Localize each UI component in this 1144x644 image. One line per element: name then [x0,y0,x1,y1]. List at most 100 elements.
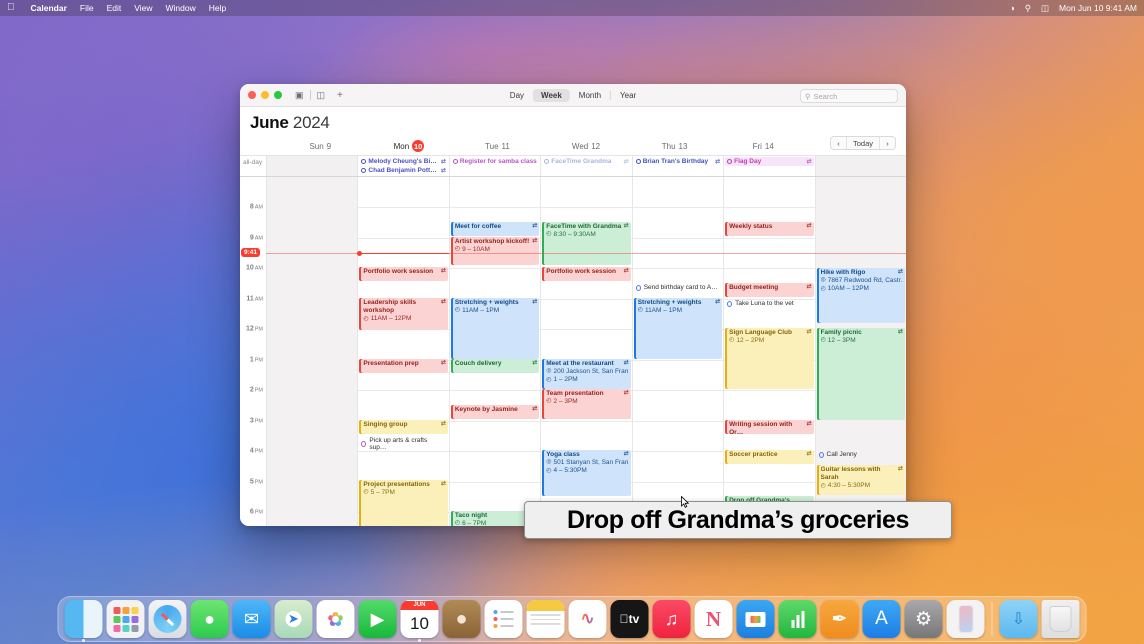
all-day-event[interactable]: Melody Cheung's Birt… ⇄ [359,157,448,166]
calendar-event[interactable]: Soccer practice ⇄ [725,450,814,464]
all-day-event[interactable]: Flag Day ⇄ [725,157,814,166]
dock-icon-music[interactable]: ♫ [652,600,691,638]
wifi-icon[interactable]: ◑ [1010,3,1015,13]
all-day-column-2[interactable]: Register for samba class [448,156,540,176]
tab-week[interactable]: Week [533,88,570,102]
dock-item-music[interactable]: ♫ [652,600,691,638]
all-day-column-4[interactable]: Brian Tran's Birthday ⇄ [631,156,723,176]
dock-item-numbers[interactable] [778,600,817,638]
reminder-item[interactable]: Send birthday card to A… [634,283,722,292]
menu-item-edit[interactable]: Edit [107,3,122,13]
calendar-event[interactable]: Keynote by Jasmine ⇄ [450,405,540,419]
calendar-event[interactable]: Stretching + weights ⇄ ◴ 11AM – 1PM [633,298,723,359]
menu-bar-clock[interactable]: Mon Jun 10 9:41 AM [1059,3,1137,13]
dock-icon-pages[interactable]: ✒ [820,600,859,638]
calendar-view-icon[interactable]: ▣ [295,90,304,101]
calendar-grid-scroll[interactable]: 8AM9AM10AM11AM12PM1PM2PM3PM4PM5PM6PM7PM … [240,177,906,526]
menu-item-file[interactable]: File [80,3,94,13]
day-header-thu[interactable]: Thu 13 [630,140,719,155]
dock-icon-system-settings[interactable]: ⚙ [904,600,943,638]
dock-icon-contacts[interactable]: ● [442,600,481,638]
search-icon[interactable]: ⚲ [1025,3,1031,14]
all-day-event[interactable]: Register for samba class [450,157,540,166]
menu-item-help[interactable]: Help [209,3,226,13]
day-column-1[interactable]: Portfolio work session ⇄ Leadership skills… [357,177,448,526]
reminder-checkbox[interactable] [635,284,641,291]
day-column-2[interactable]: Meet for coffee ⇄ Artist workshop kickoff!… [448,177,540,526]
minimize-button[interactable] [261,91,269,99]
calendar-event[interactable]: Stretching + weights ⇄ ◴ 11AM – 1PM [450,298,540,359]
search-field[interactable]: ⚲ Search [800,89,898,103]
dock-item-keynote[interactable] [736,600,775,638]
day-header-fri[interactable]: Fri 14 [719,140,808,155]
menu-item-view[interactable]: View [134,3,152,13]
calendar-event[interactable]: Weekly status ⇄ [725,222,814,236]
calendar-event[interactable]: Hike with Rigo ⇄ ◎ 7867 Redwood Rd, Castr… ◴… [816,268,905,323]
calendar-event[interactable]: Family picnic ⇄ ◴ 12 – 3PM [816,328,905,420]
reminder-item[interactable]: Pick up arts & crafts sup… [359,436,447,452]
dock-icon-notes[interactable] [526,600,565,638]
dock-icon-safari[interactable] [148,600,187,638]
dock-item-safari[interactable] [148,600,187,638]
day-column-0[interactable] [266,177,358,526]
dock-item-messages[interactable]: ● [190,600,229,638]
dock-item-reminders[interactable] [484,600,523,638]
calendar-event[interactable]: Couch delivery ⇄ [450,359,540,373]
dock-icon-app-store[interactable]: A [862,600,901,638]
tab-day[interactable]: Day [502,89,532,102]
dock-icon-maps[interactable]: ➤ [274,600,313,638]
maximize-button[interactable] [274,91,282,99]
all-day-column-3[interactable]: FaceTime Grandma ⇄ [540,156,631,176]
add-event-icon[interactable]: + [337,90,343,101]
calendar-event[interactable]: Portfolio work session ⇄ [542,267,631,281]
menu-item-window[interactable]: Window [166,3,196,13]
day-column-4[interactable]: Stretching + weights ⇄ ◴ 11AM – 1PM Send bir… [631,177,723,526]
dock-item-app-store[interactable]: A [862,600,901,638]
dock-icon-messages[interactable]: ● [190,600,229,638]
prev-week-button[interactable]: ‹ [831,137,846,149]
today-button[interactable]: Today [845,137,880,149]
calendar-event[interactable]: Singing group ⇄ [359,420,448,434]
dock-item-trash[interactable] [1041,600,1080,638]
calendar-event[interactable]: Team presentation ⇄ ◴ 2 – 3PM [542,389,631,419]
all-day-column-6[interactable] [814,156,906,176]
reminder-checkbox[interactable] [727,300,733,307]
tab-year[interactable]: Year [612,89,644,102]
calendar-event[interactable]: Sign Language Club ⇄ ◴ 12 – 2PM [725,328,814,389]
reminder-checkbox[interactable] [361,441,367,447]
calendar-event[interactable]: Guitar lessons with Sarah ⇄ ◴ 4:30 – 5:30PM [816,465,905,495]
next-week-button[interactable]: › [880,137,895,149]
inbox-icon[interactable]: ◫ [317,90,326,101]
dock-icon-mail[interactable]: ✉ [232,600,271,638]
calendar-event[interactable]: Presentation prep ⇄ [359,359,448,373]
calendar-event[interactable]: Meet at the restaurant ⇄ ◎ 200 Jackson St, … [542,359,631,389]
dock-item-notes[interactable] [526,600,565,638]
all-day-event[interactable]: Chad Benjamin Potter… ⇄ [359,166,448,175]
dock-item-calendar[interactable]: JUN 10 [400,600,439,642]
day-header-wed[interactable]: Wed 12 [542,140,631,155]
dock-icon-launchpad[interactable] [106,600,145,638]
reminder-checkbox[interactable] [818,451,824,458]
day-column-3[interactable]: Portfolio work session ⇄ FaceTime with Gra… [540,177,631,526]
dock-icon-keynote[interactable] [736,600,775,638]
day-header-tue[interactable]: Tue 11 [453,140,542,155]
dock-item-freeform[interactable]: ∿ [568,600,607,638]
dock-item-photos[interactable]: ✿ [316,600,355,638]
all-day-column-1[interactable]: Melody Cheung's Birt… ⇄ Chad Benjamin Pott… [357,156,448,176]
calendar-event[interactable]: Writing session with Or… ⇄ [725,420,814,434]
calendar-event[interactable]: Meet for coffee ⇄ [450,222,540,236]
menu-item-calendar[interactable]: Calendar [31,3,67,13]
close-button[interactable] [248,91,256,99]
apple-logo-icon[interactable]:  [7,3,15,13]
calendar-event[interactable]: Yoga class ⇄ ◎ 501 Stanyan St, San Fran… ◴ 4 … [542,450,631,496]
dock-icon-apple-tv[interactable]: tv [610,600,649,638]
dock-icon-numbers[interactable] [778,600,817,638]
dock-item-maps[interactable]: ➤ [274,600,313,638]
calendar-event[interactable]: Budget meeting ⇄ [725,283,814,297]
dock-icon-photos[interactable]: ✿ [316,600,355,638]
dock-icon-downloads-folder[interactable]: ⇩ [999,600,1038,638]
day-column-5[interactable]: Weekly status ⇄ Budget meeting ⇄ Sign Langua… [723,177,814,526]
dock-icon-reminders[interactable] [484,600,523,638]
dock-icon-news[interactable]: N [694,600,733,638]
all-day-event[interactable]: FaceTime Grandma ⇄ [542,157,631,166]
